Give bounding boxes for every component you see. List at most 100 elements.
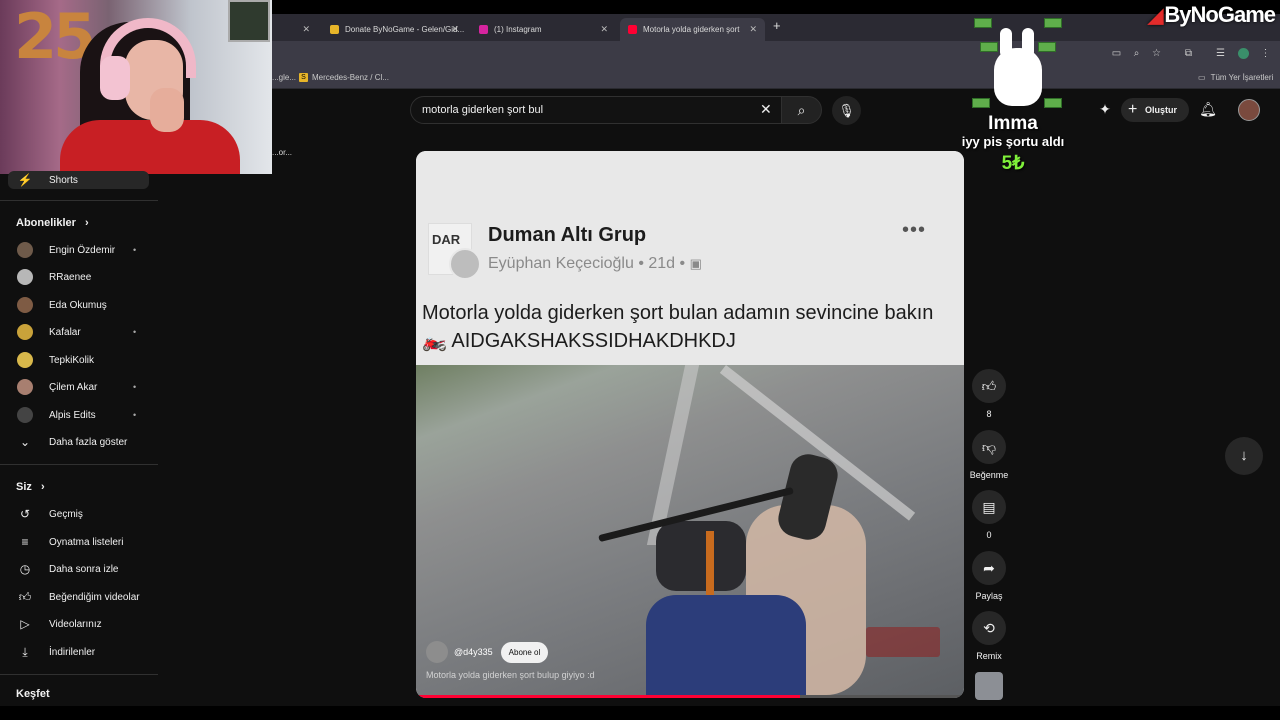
tab-label: Donate ByNoGame - Gelen/Gid... bbox=[345, 25, 465, 34]
progress-fill bbox=[416, 695, 800, 698]
watch-later-icon: ◷ bbox=[19, 562, 31, 576]
youtube-favicon-icon bbox=[628, 25, 637, 34]
chevron-down-icon: ⌄ bbox=[19, 435, 31, 449]
motorcycle-body bbox=[656, 521, 746, 591]
close-icon[interactable]: ✕ bbox=[451, 24, 459, 35]
new-content-dot: • bbox=[133, 410, 137, 420]
bookmark-item[interactable]: S Mercedes-Benz / Cl... bbox=[299, 73, 389, 82]
remix-icon: ⟲ bbox=[972, 611, 1006, 645]
channel-row: @d4y335 Abone ol bbox=[426, 641, 549, 663]
sidebar-item-subscription[interactable]: TepkiKolik bbox=[0, 348, 160, 372]
subscribe-button[interactable]: Abone ol bbox=[500, 641, 549, 663]
channel-name[interactable]: @d4y335 bbox=[454, 647, 493, 657]
sidebar-stray-text: ...or... bbox=[272, 148, 293, 157]
comment-icon: ▤ bbox=[972, 490, 1006, 524]
menu-icon[interactable]: ⋮ bbox=[1260, 48, 1271, 59]
share-icon: ➦ bbox=[972, 551, 1006, 585]
gemini-sparkle-icon[interactable]: ✦ bbox=[1096, 100, 1114, 118]
arrow-down-icon: ↓ bbox=[1240, 447, 1248, 464]
sidebar-item-show-more[interactable]: ⌄ Daha fazla göster bbox=[0, 430, 160, 454]
donor-name: Imma bbox=[988, 113, 1038, 134]
comments-button[interactable]: ▤ 0 bbox=[970, 490, 1008, 540]
remix-button[interactable]: ⟲ Remix bbox=[970, 611, 1008, 661]
instagram-favicon-icon bbox=[479, 25, 488, 34]
tab-label: (1) Instagram bbox=[494, 25, 542, 34]
streamer-hand bbox=[150, 88, 184, 132]
cash-icon bbox=[1038, 42, 1056, 52]
sidebar-item-downloads[interactable]: ⤓ İndirilenler bbox=[0, 640, 160, 664]
profile-icon[interactable] bbox=[1238, 48, 1249, 59]
dislike-button[interactable]: 👎︎ Beğenme bbox=[970, 430, 1008, 480]
search-input[interactable]: motorla giderken şort bul bbox=[410, 96, 782, 124]
close-icon[interactable]: ✕ bbox=[302, 24, 310, 35]
embedded-post: DAR Duman Altı Grup Eyüphan Keçecioğlu •… bbox=[416, 151, 964, 365]
history-icon: ↺ bbox=[19, 507, 31, 521]
tab-donate[interactable]: Donate ByNoGame - Gelen/Gid... ✕ bbox=[322, 18, 467, 41]
sidebar-item-playlists[interactable]: ≡ Oynatma listeleri bbox=[0, 530, 160, 554]
short-caption[interactable]: Motorla yolda giderken şort bulup giyiyo… bbox=[426, 670, 595, 680]
bynogame-mark-icon: ◢ bbox=[1148, 5, 1163, 27]
next-short-button[interactable]: ↓ bbox=[1225, 437, 1263, 475]
channel-avatar[interactable] bbox=[426, 641, 448, 663]
sidebar-item-liked[interactable]: 👍︎ Beğendiğim videolar bbox=[0, 585, 160, 609]
explore-heading: Keşfet bbox=[16, 688, 50, 700]
create-button[interactable]: + Oluştur bbox=[1121, 98, 1189, 122]
author-avatar bbox=[449, 248, 481, 280]
mic-icon: 🎙︎ bbox=[838, 103, 855, 118]
divider bbox=[0, 200, 158, 201]
account-avatar[interactable] bbox=[1238, 99, 1260, 121]
audio-thumbnail[interactable] bbox=[975, 672, 1003, 700]
group-logo: DAR bbox=[428, 223, 481, 280]
bookmarks-bar: ...gle... S Mercedes-Benz / Cl... ▭ Tüm … bbox=[272, 67, 1280, 89]
short-player[interactable]: DAR Duman Altı Grup Eyüphan Keçecioğlu •… bbox=[416, 151, 964, 698]
cash-icon bbox=[1044, 98, 1062, 108]
sidebar-item-history[interactable]: ↺ Geçmiş bbox=[0, 502, 160, 526]
all-bookmarks[interactable]: ▭ Tüm Yer İşaretleri bbox=[1198, 73, 1273, 82]
donation-bunny-animation bbox=[972, 18, 1062, 112]
avatar bbox=[17, 242, 33, 258]
sidebar-item-shorts[interactable]: ⚡ Shorts bbox=[0, 168, 160, 192]
progress-bar[interactable] bbox=[416, 695, 964, 698]
tab-partial[interactable]: ✕ bbox=[272, 18, 318, 41]
close-icon[interactable]: ✕ bbox=[600, 24, 608, 35]
divider bbox=[0, 464, 158, 465]
voice-search-button[interactable]: 🎙︎ bbox=[832, 96, 861, 125]
sidebar-item-subscription[interactable]: Kafalar • bbox=[0, 320, 160, 344]
search-button[interactable]: ⌕ bbox=[781, 96, 822, 124]
bunny-body bbox=[994, 48, 1042, 106]
you-heading[interactable]: Siz › bbox=[16, 481, 45, 493]
motorcycle bbox=[596, 461, 796, 611]
address-bar[interactable] bbox=[272, 41, 1280, 67]
sidebar-item-subscription[interactable]: RRaenee bbox=[0, 265, 160, 289]
streamer-shirt bbox=[60, 120, 240, 174]
new-content-dot: • bbox=[133, 382, 137, 392]
sidebar-item-subscription[interactable]: Engin Özdemir • bbox=[0, 238, 160, 262]
downloads-icon: ⤓ bbox=[22, 645, 28, 659]
close-icon[interactable]: ✕ bbox=[749, 24, 757, 35]
tab-instagram[interactable]: (1) Instagram ✕ bbox=[471, 18, 616, 41]
clear-search-icon[interactable]: ✕ bbox=[760, 101, 772, 118]
sidebar-item-subscription[interactable]: Alpis Edits • bbox=[0, 403, 160, 427]
new-tab-button[interactable]: + bbox=[773, 18, 781, 33]
like-count: 8 bbox=[986, 409, 992, 419]
sidebar-item-subscription[interactable]: Çilem Akar • bbox=[0, 375, 160, 399]
zoom-icon[interactable]: ⌕ bbox=[1131, 48, 1142, 59]
extensions-icon[interactable]: ⧉ bbox=[1183, 48, 1194, 59]
like-button[interactable]: 👍︎ 8 bbox=[970, 369, 1008, 419]
cast-icon[interactable]: ▭ bbox=[1111, 48, 1122, 59]
star-icon[interactable]: ☆ bbox=[1151, 48, 1162, 59]
share-button[interactable]: ➦ Paylaş bbox=[970, 551, 1008, 601]
notifications-bell-icon[interactable]: 🔔︎ bbox=[1199, 100, 1217, 118]
thumbs-up-icon: 👍︎ bbox=[972, 369, 1006, 403]
tab-youtube[interactable]: Motorla yolda giderken şort ✕ bbox=[620, 18, 765, 41]
playlists-icon: ≡ bbox=[21, 535, 29, 549]
bookmark-item[interactable]: ...gle... bbox=[272, 73, 296, 82]
youtube-watermark bbox=[866, 627, 940, 657]
subscriptions-heading[interactable]: Abonelikler › bbox=[16, 217, 89, 229]
sidebar-icon[interactable]: ☰ bbox=[1215, 48, 1226, 59]
screen-bottom-bar bbox=[0, 706, 1280, 720]
sidebar-item-watch-later[interactable]: ◷ Daha sonra izle bbox=[0, 557, 160, 581]
sidebar-item-subscription[interactable]: Eda Okumuş bbox=[0, 293, 160, 317]
webcam-overlay: 25 bbox=[0, 0, 272, 174]
sidebar-item-your-videos[interactable]: ▷ Videolarınız bbox=[0, 612, 160, 636]
